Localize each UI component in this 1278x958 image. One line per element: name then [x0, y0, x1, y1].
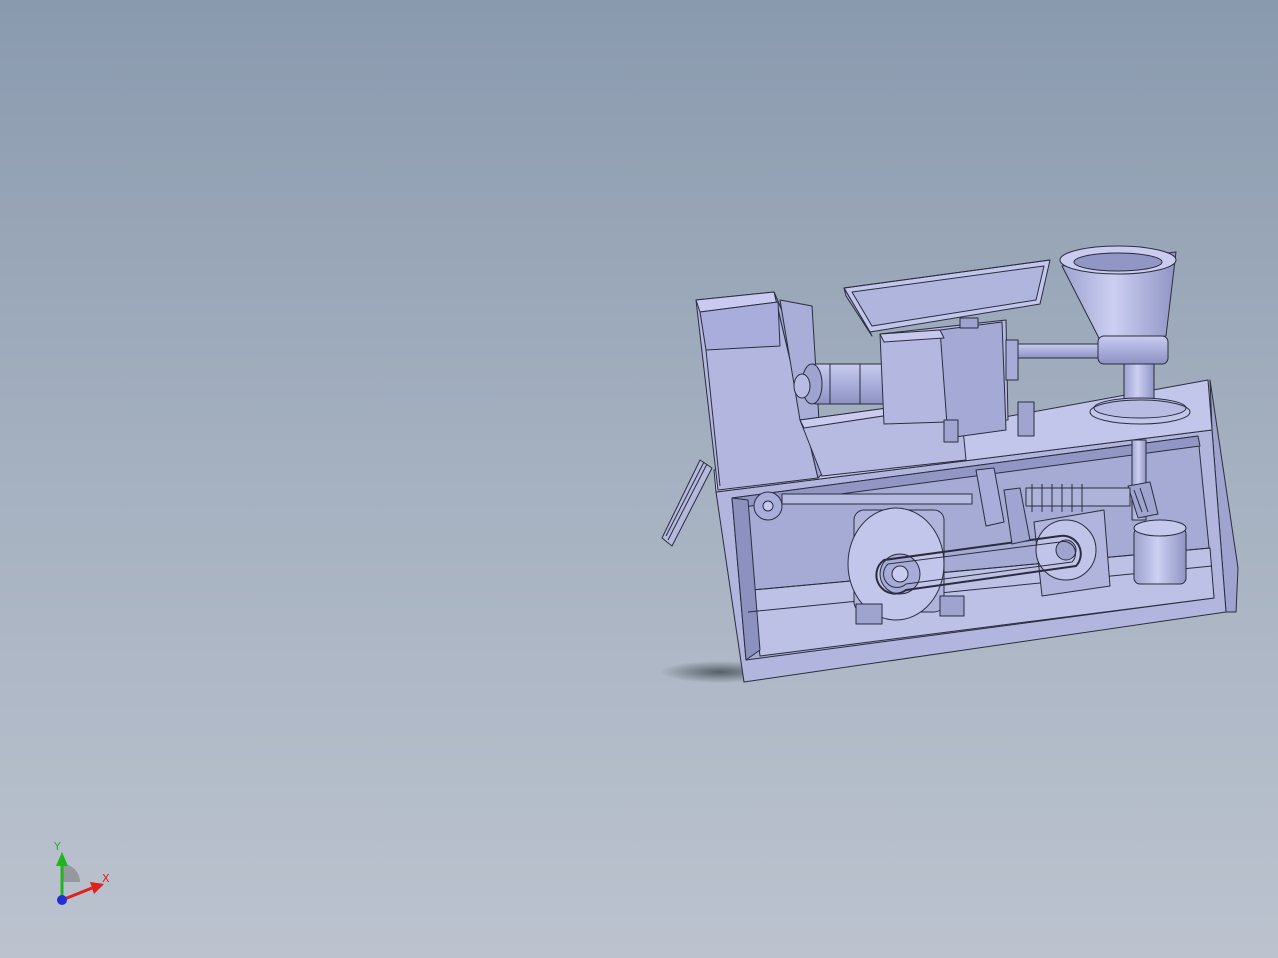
- drive-shaft[interactable]: [1005, 339, 1099, 381]
- x-axis-label: X: [102, 872, 110, 885]
- graphics-viewport[interactable]: Y X: [0, 0, 1278, 958]
- coordinate-triad: Y X: [53, 840, 110, 905]
- speed-reducer[interactable]: [1033, 509, 1111, 597]
- z-axis-dot: [57, 895, 67, 905]
- triad-plane-quadrant: [62, 864, 80, 882]
- machine-assembly[interactable]: [661, 245, 1239, 683]
- y-axis-label: Y: [53, 840, 61, 853]
- y-axis-arrow: [56, 852, 68, 866]
- barrel-nozzle[interactable]: [793, 363, 887, 405]
- 3d-model-view[interactable]: [0, 0, 1278, 958]
- feed-hopper[interactable]: [843, 259, 1051, 337]
- discharge-chute[interactable]: [661, 459, 713, 547]
